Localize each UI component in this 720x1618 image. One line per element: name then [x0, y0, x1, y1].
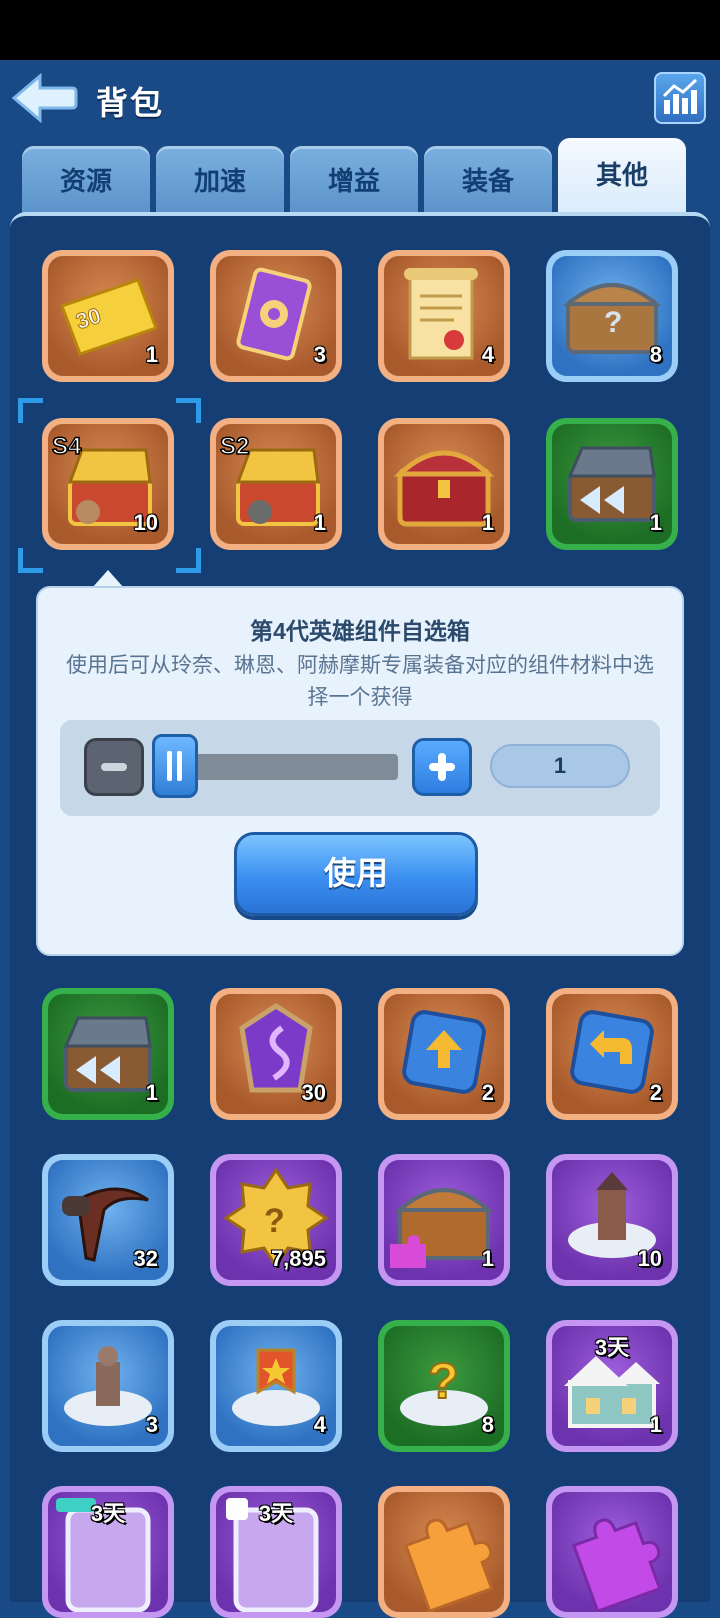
inventory-item[interactable]: 1: [378, 1154, 510, 1286]
orange-puzzle-piece-icon: [403, 1518, 494, 1612]
header: 背包: [0, 60, 720, 138]
quantity-input[interactable]: 1: [490, 744, 630, 788]
inventory-item[interactable]: S2 1: [210, 418, 342, 550]
item-count: 8: [481, 1412, 494, 1437]
chest-season-label: S4: [52, 433, 82, 460]
inventory-item[interactable]: 3: [42, 1320, 174, 1452]
tab-bar: 资源 加速 增益 装备 其他: [0, 138, 720, 218]
inventory-item[interactable]: 1: [42, 988, 174, 1120]
svg-text:?: ?: [428, 1353, 459, 1409]
inventory-item[interactable]: 1: [378, 418, 510, 550]
item-count: 8: [649, 342, 662, 367]
inventory-item[interactable]: [546, 1486, 678, 1618]
item-timer: 3天: [258, 1501, 294, 1526]
inventory-item[interactable]: 2: [546, 988, 678, 1120]
inventory-item[interactable]: 3: [210, 250, 342, 382]
item-count: 1: [481, 510, 494, 535]
item-count: 2: [649, 1080, 662, 1105]
inventory-item[interactable]: 1: [546, 418, 678, 550]
quantity-slider-thumb[interactable]: [152, 734, 198, 798]
item-count: 4: [313, 1412, 326, 1437]
item-count: 30: [301, 1080, 326, 1105]
page-title: 背包: [96, 85, 165, 121]
stats-button[interactable]: [654, 72, 706, 124]
item-timer: 3天: [90, 1501, 126, 1526]
item-count: 7,895: [270, 1246, 326, 1271]
tab-other[interactable]: 其他: [558, 138, 686, 218]
item-count: 1: [145, 342, 158, 367]
inventory-item[interactable]: ? 7,895: [210, 1154, 342, 1286]
use-button[interactable]: 使用: [234, 832, 478, 916]
tab-resources[interactable]: 资源: [22, 146, 150, 216]
inventory-item[interactable]: 30: [210, 988, 342, 1120]
inventory-item[interactable]: 10: [546, 1154, 678, 1286]
increase-button[interactable]: [412, 738, 472, 796]
item-count: 1: [313, 510, 326, 535]
inventory-item[interactable]: [378, 1486, 510, 1618]
tooltip-description: 使用后可从玲奈、琳恩、阿赫摩斯专属装备对应的组件材料中选择一个获得: [66, 654, 654, 709]
tab-equipment[interactable]: 装备: [424, 146, 552, 216]
selection-corner: [176, 398, 201, 423]
bar-chart-icon: [662, 78, 698, 114]
inventory-item[interactable]: 3天 1: [546, 1320, 678, 1452]
item-count: 4: [481, 342, 494, 367]
item-count: 3: [145, 1412, 158, 1437]
item-count: 3: [313, 342, 326, 367]
inventory-item[interactable]: 4: [378, 250, 510, 382]
status-bar: [0, 0, 720, 60]
item-count: 2: [481, 1080, 494, 1105]
back-button[interactable]: [10, 72, 78, 124]
inventory-item[interactable]: ? 8: [546, 250, 678, 382]
inventory-item[interactable]: 2: [378, 988, 510, 1120]
inventory-item[interactable]: 3天: [42, 1486, 174, 1618]
item-count: 10: [637, 1246, 662, 1271]
back-arrow-icon: [11, 72, 78, 124]
selection-corner: [18, 548, 43, 573]
purple-puzzle-piece-icon: [571, 1518, 662, 1612]
chest-season-label: S2: [220, 433, 249, 460]
inventory-item[interactable]: 32: [42, 1154, 174, 1286]
decrease-button[interactable]: [84, 738, 144, 796]
selection-corner: [176, 548, 201, 573]
tooltip-title: 第4代英雄组件自选箱: [250, 618, 470, 644]
quantity-selector: 1: [60, 720, 660, 816]
item-count: 32: [133, 1246, 158, 1271]
item-tooltip: 第4代英雄组件自选箱 使用后可从玲奈、琳恩、阿赫摩斯专属装备对应的组件材料中选择…: [36, 586, 684, 956]
inventory-item[interactable]: 3天: [210, 1486, 342, 1618]
inventory-item[interactable]: 4: [210, 1320, 342, 1452]
svg-text:?: ?: [604, 306, 622, 339]
item-count: 1: [145, 1080, 158, 1105]
inventory-item-selected[interactable]: S4 10: [42, 418, 174, 550]
tab-buffs[interactable]: 增益: [290, 146, 418, 216]
inventory-item[interactable]: 30 1: [42, 250, 174, 382]
item-count: 1: [481, 1246, 494, 1271]
svg-text:?: ?: [264, 1202, 285, 1240]
item-count: 10: [133, 510, 158, 535]
item-count: 1: [649, 1412, 662, 1437]
inventory-item[interactable]: ? 8: [378, 1320, 510, 1452]
selection-corner: [18, 398, 43, 423]
tab-speedup[interactable]: 加速: [156, 146, 284, 216]
item-timer: 3天: [594, 1335, 630, 1360]
item-count: 1: [649, 510, 662, 535]
